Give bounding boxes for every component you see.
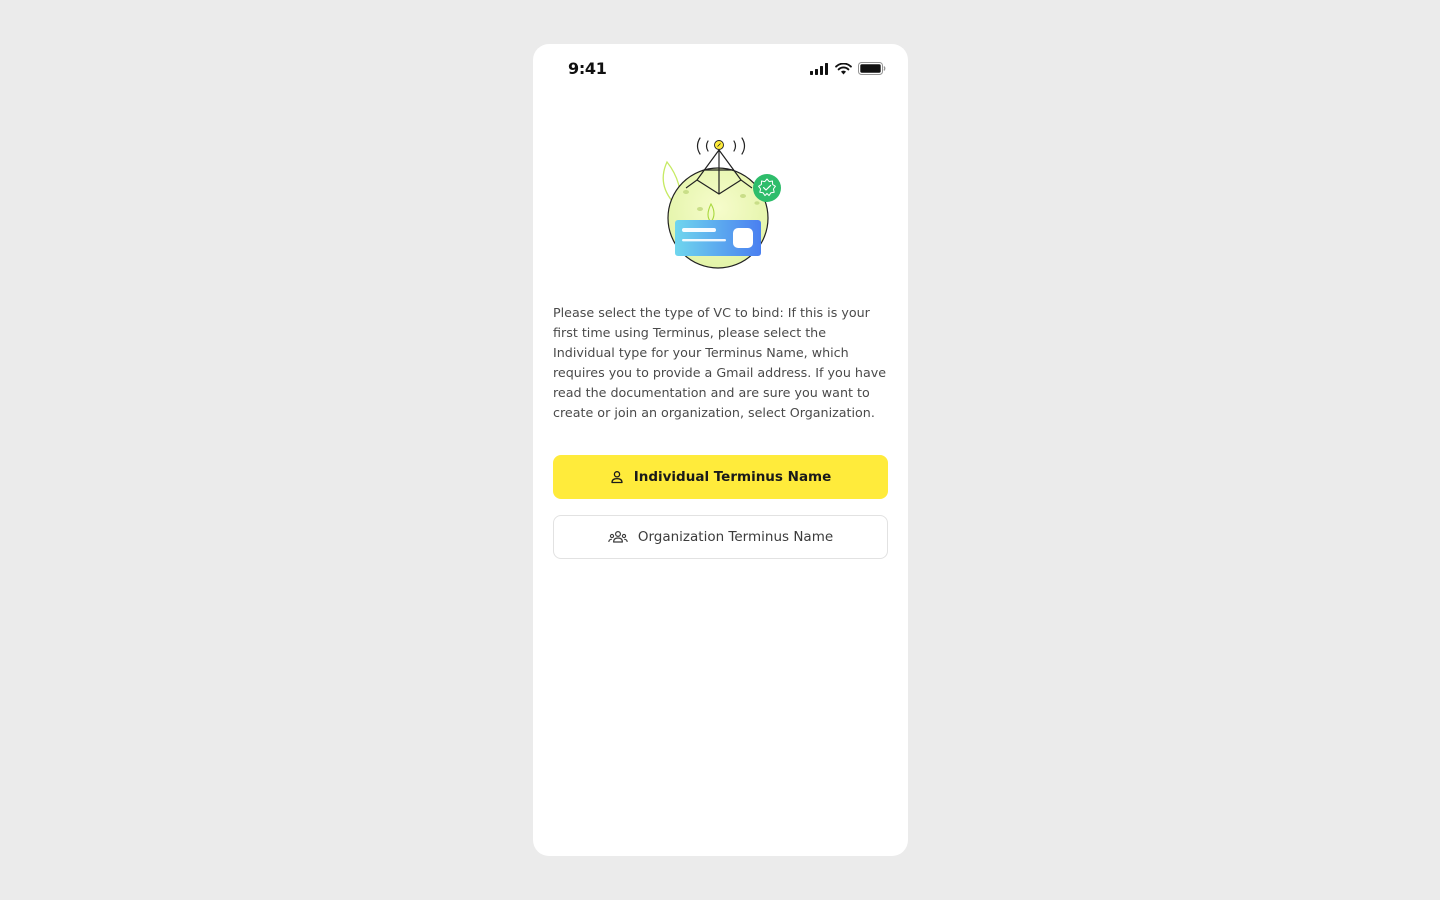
wifi-icon xyxy=(835,62,852,75)
status-time: 9:41 xyxy=(568,59,607,78)
vc-type-description: Please select the type of VC to bind: If… xyxy=(553,305,887,420)
person-icon xyxy=(610,470,624,484)
status-icons xyxy=(810,62,886,75)
cellular-signal-icon xyxy=(810,62,829,75)
organization-terminus-name-label: Organization Terminus Name xyxy=(637,529,834,545)
group-icon xyxy=(608,530,628,544)
individual-terminus-name-label: Individual Terminus Name xyxy=(633,469,832,485)
organization-terminus-name-button[interactable]: Organization Terminus Name xyxy=(553,515,888,559)
vc-card-globe-illustration xyxy=(653,130,789,276)
individual-terminus-name-button[interactable]: Individual Terminus Name xyxy=(553,455,888,499)
battery-icon xyxy=(858,62,886,75)
phone-screen: 9:41 Please select the type of VC to bin… xyxy=(533,44,908,856)
status-bar: 9:41 xyxy=(533,44,908,94)
